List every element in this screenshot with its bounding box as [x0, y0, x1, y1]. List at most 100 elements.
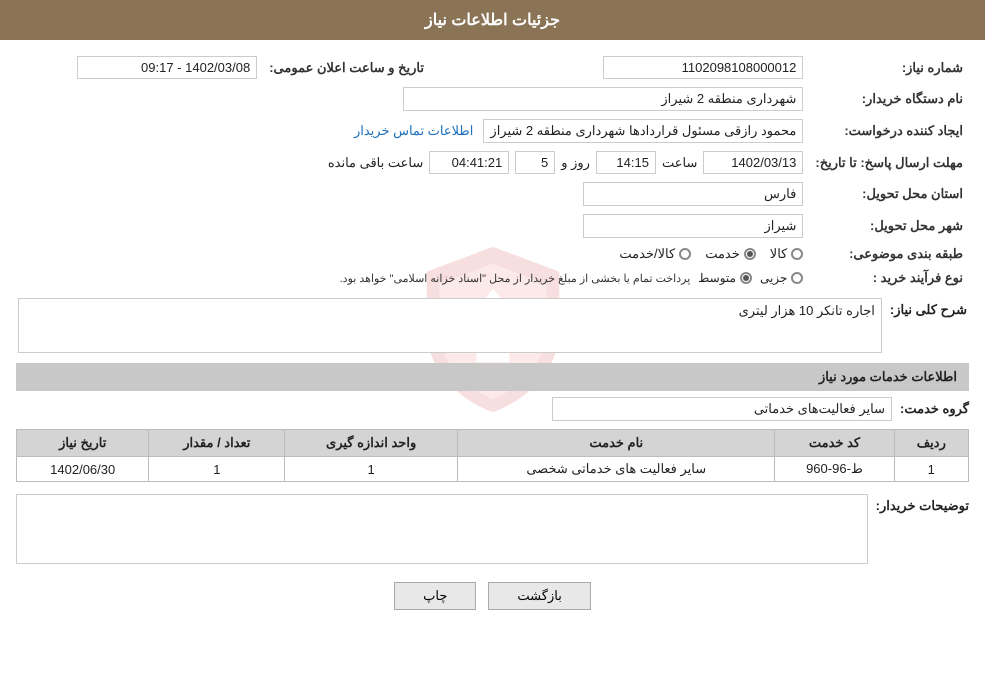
buyer-org-row: نام دستگاه خریدار: شهرداری منطقه 2 شیراز: [16, 83, 969, 115]
announce-date-box: 1402/03/08 - 09:17: [77, 56, 257, 79]
category-khadamat[interactable]: خدمت: [705, 246, 756, 262]
category-khadamat-label: خدمت: [705, 246, 740, 262]
cell-name: سایر فعالیت های خدماتی شخصی: [458, 457, 775, 482]
creator-cell: محمود رازقی مسئول قراردادها شهرداری منطق…: [263, 115, 809, 147]
process-jozii[interactable]: جزیی: [760, 271, 803, 285]
response-remaining: 04:41:21: [452, 155, 503, 170]
cell-unit: 1: [285, 457, 458, 482]
service-group-label: گروه خدمت:: [900, 401, 969, 417]
print-button[interactable]: چاپ: [394, 582, 476, 610]
province-row: استان محل تحویل: فارس: [16, 178, 969, 210]
response-time: 14:15: [616, 155, 649, 170]
niyaz-number-box: 1102098108000012: [603, 56, 803, 79]
province-cell: فارس: [16, 178, 809, 210]
button-row: بازگشت چاپ: [16, 582, 969, 610]
announce-date-value: 1402/03/08 - 09:17: [141, 60, 250, 75]
process-row: نوع فرآیند خرید : جزیی متوسط پرداخت: [16, 266, 969, 290]
cell-code: ط-96-960: [775, 457, 894, 482]
buyer-org-cell: شهرداری منطقه 2 شیراز: [16, 83, 809, 115]
response-deadline-cell: 1402/03/13 ساعت 14:15 روز و 5 04:4: [16, 147, 809, 178]
response-date-box: 1402/03/13: [703, 151, 803, 174]
buyer-org-value: شهرداری منطقه 2 شیراز: [661, 91, 796, 106]
col-row: ردیف: [894, 430, 968, 457]
services-table-body: 1ط-96-960سایر فعالیت های خدماتی شخصی1114…: [17, 457, 969, 482]
services-header-row: ردیف کد خدمت نام خدمت واحد اندازه گیری ت…: [17, 430, 969, 457]
table-row: 1ط-96-960سایر فعالیت های خدماتی شخصی1114…: [17, 457, 969, 482]
buyer-org-box: شهرداری منطقه 2 شیراز: [403, 87, 803, 111]
city-value: شیراز: [764, 218, 796, 233]
process-motavasset-label: متوسط: [698, 271, 736, 285]
process-cell: جزیی متوسط پرداخت تمام یا بخشی از مبلغ خ…: [16, 266, 809, 290]
buyer-notes-input[interactable]: [16, 494, 868, 564]
response-remaining-label: ساعت باقی مانده: [328, 155, 423, 171]
cell-row: 1: [894, 457, 968, 482]
buyer-notes-section: توضیحات خریدار:: [16, 494, 969, 564]
process-jozii-radio[interactable]: [791, 272, 803, 284]
page-title: جزئیات اطلاعات نیاز: [425, 12, 560, 29]
category-cell: کالا خدمت کالا/خدمت: [16, 242, 809, 266]
buyer-org-label: نام دستگاه خریدار:: [809, 83, 969, 115]
category-kala-label: کالا: [770, 246, 788, 262]
niyaz-number-value: 1102098108000012: [682, 60, 797, 75]
category-row: طبقه بندی موضوعی: کالا خدمت: [16, 242, 969, 266]
niyaz-number-cell: 1102098108000012: [430, 52, 809, 83]
category-kala[interactable]: کالا: [770, 246, 804, 262]
response-time-box: 14:15: [596, 151, 656, 174]
response-deadline-label: مهلت ارسال پاسخ: تا تاریخ:: [809, 147, 969, 178]
main-content: شماره نیاز: 1102098108000012 تاریخ و ساع…: [16, 52, 969, 610]
service-group-value: سایر فعالیت‌های خدماتی: [754, 401, 885, 416]
back-button[interactable]: بازگشت: [488, 582, 590, 610]
process-options-row: جزیی متوسط پرداخت تمام یا بخشی از مبلغ خ…: [22, 271, 803, 285]
col-date: تاریخ نیاز: [17, 430, 149, 457]
city-box: شیراز: [583, 214, 803, 238]
creator-label: ایجاد کننده درخواست:: [809, 115, 969, 147]
announce-date-cell: 1402/03/08 - 09:17: [16, 52, 263, 83]
process-label: نوع فرآیند خرید :: [809, 266, 969, 290]
process-motavasset[interactable]: متوسط: [698, 271, 752, 285]
services-table-head: ردیف کد خدمت نام خدمت واحد اندازه گیری ت…: [17, 430, 969, 457]
category-kala-khadamat-label: کالا/خدمت: [619, 246, 675, 262]
creator-value: محمود رازقی مسئول قراردادها شهرداری منطق…: [490, 123, 796, 138]
cell-quantity: 1: [149, 457, 285, 482]
city-label: شهر محل تحویل:: [809, 210, 969, 242]
response-time-label: ساعت: [662, 155, 697, 171]
services-section-header: اطلاعات خدمات مورد نیاز: [16, 363, 969, 391]
niyaz-row: شماره نیاز: 1102098108000012 تاریخ و ساع…: [16, 52, 969, 83]
response-deadline-row: مهلت ارسال پاسخ: تا تاریخ: 1402/03/13 سا…: [16, 147, 969, 178]
category-kala-khadamat-radio[interactable]: [679, 248, 691, 260]
response-days: 5: [541, 155, 548, 170]
services-table: ردیف کد خدمت نام خدمت واحد اندازه گیری ت…: [16, 429, 969, 482]
description-label: شرح کلی نیاز:: [890, 298, 967, 318]
process-motavasset-radio[interactable]: [740, 272, 752, 284]
col-qty: تعداد / مقدار: [149, 430, 285, 457]
city-row: شهر محل تحویل: شیراز: [16, 210, 969, 242]
category-radio-group: کالا خدمت کالا/خدمت: [22, 246, 803, 262]
description-section: شرح کلی نیاز: اجاره تانکر 10 هزار لیتری: [16, 298, 969, 353]
response-date: 1402/03/13: [731, 155, 796, 170]
category-kala-radio[interactable]: [791, 248, 803, 260]
page-header: جزئیات اطلاعات نیاز: [0, 0, 985, 40]
announce-date-label: تاریخ و ساعت اعلان عمومی:: [263, 52, 430, 83]
basic-info-table: شماره نیاز: 1102098108000012 تاریخ و ساع…: [16, 52, 969, 290]
response-remaining-box: 04:41:21: [429, 151, 509, 174]
process-note: پرداخت تمام یا بخشی از مبلغ خریدار از مح…: [340, 272, 691, 285]
province-label: استان محل تحویل:: [809, 178, 969, 210]
buyer-notes-label: توضیحات خریدار:: [876, 494, 969, 514]
niyaz-number-label: شماره نیاز:: [809, 52, 969, 83]
description-value: اجاره تانکر 10 هزار لیتری: [739, 303, 875, 318]
city-cell: شیراز: [16, 210, 809, 242]
province-value: فارس: [764, 186, 796, 201]
province-box: فارس: [583, 182, 803, 206]
service-group-row: گروه خدمت: سایر فعالیت‌های خدماتی: [16, 397, 969, 421]
cell-date: 1402/06/30: [17, 457, 149, 482]
category-kala-khadamat[interactable]: کالا/خدمت: [619, 246, 691, 262]
creator-box: محمود رازقی مسئول قراردادها شهرداری منطق…: [483, 119, 803, 143]
col-unit: واحد اندازه گیری: [285, 430, 458, 457]
process-jozii-label: جزیی: [760, 271, 787, 285]
description-box: اجاره تانکر 10 هزار لیتری: [18, 298, 882, 353]
creator-row: ایجاد کننده درخواست: محمود رازقی مسئول ق…: [16, 115, 969, 147]
category-label: طبقه بندی موضوعی:: [809, 242, 969, 266]
category-khadamat-radio[interactable]: [744, 248, 756, 260]
col-code: کد خدمت: [775, 430, 894, 457]
creator-contact-link[interactable]: اطلاعات تماس خریدار: [354, 123, 473, 139]
